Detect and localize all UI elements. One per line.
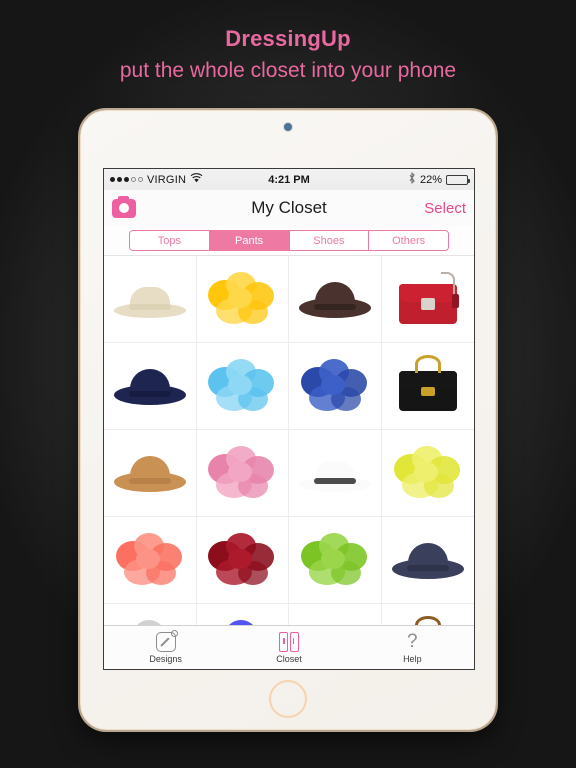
page-title: My Closet <box>251 198 327 217</box>
tan-floppy-hat-thumbnail <box>111 434 189 512</box>
closet-item-cream-fedora-hat[interactable] <box>104 256 197 343</box>
navy-wool-hat-thumbnail <box>389 521 467 599</box>
segment-others[interactable]: Others <box>369 231 448 250</box>
tab-bar[interactable]: Designs Closet ? Help <box>104 625 474 669</box>
segment-pants[interactable]: Pants <box>209 231 290 250</box>
question-mark-icon: ? <box>407 630 418 652</box>
closet-item-grid[interactable] <box>104 256 474 625</box>
device-screen: VIRGIN 4:21 PM 22% My Closet Select Tops… <box>103 168 475 670</box>
blue-scarf-thumbnail <box>296 347 374 425</box>
gray-scarf-thumbnail <box>111 608 189 625</box>
closet-item-yellow-green-scarf[interactable] <box>381 430 474 517</box>
closet-item-light-blue-scarf[interactable] <box>196 343 289 430</box>
tab-designs-label: Designs <box>149 653 182 664</box>
dark-red-scarf-thumbnail <box>203 521 281 599</box>
closet-item-red-handbag[interactable] <box>381 256 474 343</box>
closet-item-navy-floppy-hat[interactable] <box>104 343 197 430</box>
carrier-label: VIRGIN <box>147 173 187 186</box>
promo-title: DressingUp <box>225 26 351 51</box>
battery-icon <box>446 174 470 185</box>
closet-item-brown-floppy-hat[interactable] <box>289 256 382 343</box>
select-button[interactable]: Select <box>424 200 466 217</box>
closet-item-dark-red-scarf[interactable] <box>196 517 289 604</box>
closet-item-blue-scarf[interactable] <box>289 343 382 430</box>
coral-scarf-thumbnail <box>111 521 189 599</box>
closet-item-yellow-scarf[interactable] <box>196 256 289 343</box>
royal-blue-scarf-thumbnail <box>203 608 281 625</box>
green-scarf-thumbnail <box>296 521 374 599</box>
navy-floppy-hat-thumbnail <box>111 347 189 425</box>
navigation-bar: My Closet Select <box>104 190 474 226</box>
pink-scarf-thumbnail <box>203 434 281 512</box>
tab-designs[interactable]: Designs <box>104 626 227 669</box>
home-button[interactable] <box>269 680 307 718</box>
wardrobe-icon <box>278 631 299 652</box>
category-filter-bar: Tops Pants Shoes Others <box>104 226 474 256</box>
light-blue-scarf-thumbnail <box>203 347 281 425</box>
brown-floppy-hat-thumbnail <box>296 260 374 338</box>
tab-help[interactable]: ? Help <box>351 626 474 669</box>
closet-item-pink-scarf[interactable] <box>196 430 289 517</box>
tablet-device: VIRGIN 4:21 PM 22% My Closet Select Tops… <box>80 110 496 730</box>
status-bar-right: 22% <box>408 171 470 187</box>
status-bar: VIRGIN 4:21 PM 22% <box>104 169 474 190</box>
closet-item-white-black-band-hat[interactable] <box>289 430 382 517</box>
closet-item-green-scarf[interactable] <box>289 517 382 604</box>
tab-closet-label: Closet <box>276 653 302 664</box>
front-camera-icon <box>284 123 292 131</box>
closet-item-royal-blue-scarf[interactable] <box>197 604 289 625</box>
red-handbag-thumbnail <box>389 260 467 338</box>
yellow-scarf-thumbnail <box>203 260 281 338</box>
tab-closet[interactable]: Closet <box>227 626 350 669</box>
black-handbag-thumbnail <box>389 347 467 425</box>
tab-help-label: Help <box>403 653 422 664</box>
signal-strength-icon <box>110 177 143 182</box>
cream-fedora-hat-thumbnail <box>111 260 189 338</box>
status-bar-left: VIRGIN <box>110 173 203 186</box>
brown-tote-bag-thumbnail <box>389 608 467 625</box>
closet-item-navy-wool-hat[interactable] <box>381 517 474 604</box>
bluetooth-icon <box>408 171 416 187</box>
yellow-green-scarf-thumbnail <box>389 434 467 512</box>
pencil-square-icon <box>155 629 178 652</box>
segment-tops[interactable]: Tops <box>130 231 210 250</box>
promo-subtitle: put the whole closet into your phone <box>119 59 457 82</box>
closet-item-black-hat[interactable] <box>289 604 382 625</box>
closet-item-coral-scarf[interactable] <box>104 517 197 604</box>
white-black-band-hat-thumbnail <box>296 434 374 512</box>
camera-button[interactable] <box>112 195 136 218</box>
wifi-icon <box>190 173 203 186</box>
segmented-control[interactable]: Tops Pants Shoes Others <box>129 230 449 251</box>
black-hat-thumbnail <box>296 608 374 625</box>
closet-item-tan-floppy-hat[interactable] <box>104 430 197 517</box>
battery-percent-label: 22% <box>419 173 442 186</box>
closet-item-gray-scarf[interactable] <box>104 604 197 625</box>
promo-header: DressingUp put the whole closet into you… <box>0 0 576 86</box>
closet-item-brown-tote-bag[interactable] <box>382 604 475 625</box>
closet-item-black-handbag[interactable] <box>381 343 474 430</box>
segment-shoes[interactable]: Shoes <box>289 231 370 250</box>
